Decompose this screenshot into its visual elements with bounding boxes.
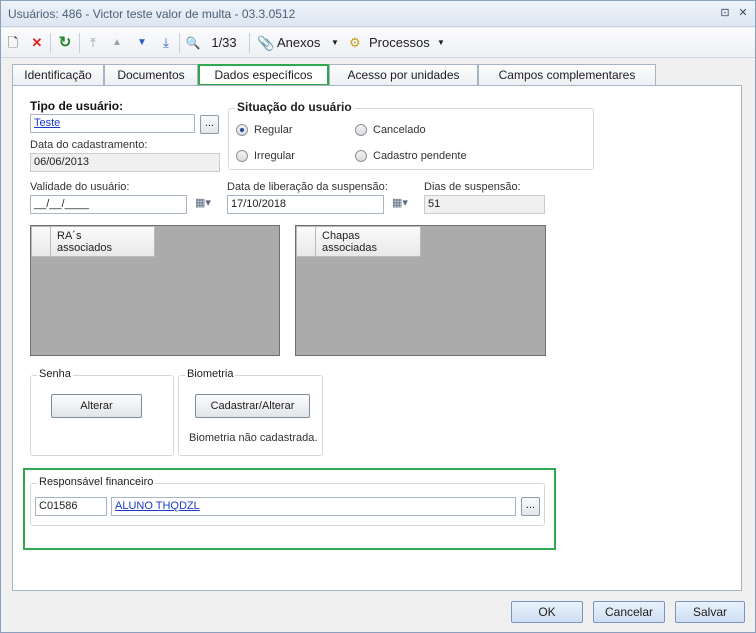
user-type-label: Tipo de usuário: xyxy=(30,99,124,113)
radio-regular[interactable] xyxy=(236,124,248,136)
paperclip-icon: 📎 xyxy=(257,35,275,51)
ra-grid-header-line2: associados xyxy=(57,242,113,254)
radio-cadastro-pendente[interactable] xyxy=(355,150,367,162)
radio-irregular-label: Irregular xyxy=(254,150,295,162)
pin-icon[interactable]: ⊡ xyxy=(719,7,731,19)
grid-row-selector-header xyxy=(31,226,51,257)
validity-label: Validade do usuário: xyxy=(30,181,130,193)
financial-responsible-title: Responsável financeiro xyxy=(37,476,156,488)
refresh-icon[interactable]: ↻ xyxy=(56,34,74,52)
registration-date-label: Data do cadastramento: xyxy=(30,139,148,151)
close-icon[interactable]: ✕ xyxy=(737,7,749,19)
chevron-down-icon: ▼ xyxy=(331,38,339,47)
title-bar: Usuários: 486 - Victor teste valor de mu… xyxy=(1,1,755,27)
suspension-release-field[interactable]: 17/10/2018 xyxy=(227,195,384,214)
radio-regular-label: Regular xyxy=(254,124,293,136)
delete-icon[interactable]: ✕ xyxy=(29,34,45,52)
calendar-icon[interactable]: ▦▾ xyxy=(190,195,216,214)
record-counter: 1/33 xyxy=(211,35,237,50)
ra-grid-header[interactable]: RA´s associados xyxy=(50,226,155,257)
user-type-field[interactable]: Teste xyxy=(30,114,195,133)
plates-grid-header[interactable]: Chapas associadas xyxy=(315,226,421,257)
suspension-release-label: Data de liberação da suspensão: xyxy=(227,181,388,193)
ra-associated-grid[interactable]: RA´s associados xyxy=(30,225,280,356)
ok-button[interactable]: OK xyxy=(511,601,583,623)
biometrics-title: Biometria xyxy=(185,368,236,380)
first-record-icon[interactable]: ⤒ xyxy=(85,34,101,52)
last-record-icon[interactable]: ⤓ xyxy=(158,34,174,52)
next-record-icon[interactable]: ▼ xyxy=(134,34,150,52)
previous-record-icon[interactable]: ▲ xyxy=(109,34,125,52)
suspension-days-field: 51 xyxy=(424,195,545,214)
attachments-button[interactable]: 📎 Anexos ▼ xyxy=(255,34,341,52)
financial-lookup-button[interactable]: ... xyxy=(521,497,540,516)
window-title: Usuários: 486 - Victor teste valor de mu… xyxy=(8,7,296,21)
toolbar-separator xyxy=(249,33,250,53)
password-group: Senha Alterar xyxy=(30,368,174,456)
calendar-icon[interactable]: ▦▾ xyxy=(387,195,413,214)
radio-cadastro-pendente-label: Cadastro pendente xyxy=(373,150,467,162)
password-title: Senha xyxy=(37,368,73,380)
register-biometrics-button[interactable]: Cadastrar/Alterar xyxy=(195,394,310,418)
attachments-label: Anexos xyxy=(277,35,321,50)
tab-dados-especificos[interactable]: Dados específicos xyxy=(198,64,329,86)
processes-button[interactable]: ⚙ Processos ▼ xyxy=(347,34,447,52)
new-record-icon[interactable]: 🗋 xyxy=(5,34,21,52)
tab-identificacao[interactable]: Identificação xyxy=(12,64,104,85)
plates-grid-header-line2: associadas xyxy=(322,242,378,254)
user-status-title: Situação do usuário xyxy=(235,100,354,114)
tab-campos-complementares[interactable]: Campos complementares xyxy=(478,64,656,85)
financial-code-field[interactable]: C01586 xyxy=(35,497,107,516)
radio-cancelado[interactable] xyxy=(355,124,367,136)
grid-row-selector-header xyxy=(296,226,316,257)
save-button[interactable]: Salvar xyxy=(675,601,745,623)
gears-icon: ⚙ xyxy=(349,35,361,50)
ra-grid-header-line1: RA´s xyxy=(57,230,82,242)
user-type-lookup-button[interactable]: ... xyxy=(200,115,219,134)
binoculars-icon[interactable]: 🔍 xyxy=(183,34,203,52)
biometrics-status: Biometria não cadastrada. xyxy=(189,432,318,444)
plates-grid-header-line1: Chapas xyxy=(322,230,360,242)
chevron-down-icon: ▼ xyxy=(437,38,445,47)
validity-field[interactable]: __/__/____ xyxy=(30,195,187,214)
tab-acesso-por-unidades[interactable]: Acesso por unidades xyxy=(329,64,478,85)
user-status-group: Situação do usuário Regular Cancelado Ir… xyxy=(228,100,594,170)
toolbar-separator xyxy=(179,33,180,53)
cancel-button[interactable]: Cancelar xyxy=(593,601,665,623)
tab-documentos[interactable]: Documentos xyxy=(104,64,198,85)
registration-date-field: 06/06/2013 xyxy=(30,153,220,172)
toolbar-separator xyxy=(50,33,51,53)
toolbar-separator xyxy=(79,33,80,53)
toolbar: 🗋 ✕ ↻ ⤒ ▲ ▼ ⤓ 🔍 1/33 📎 Anexos ▼ ⚙ Proces… xyxy=(1,28,755,58)
processes-label: Processos xyxy=(369,35,430,50)
financial-responsible-group: Responsável financeiro C01586 ALUNO THQD… xyxy=(30,476,545,526)
change-password-button[interactable]: Alterar xyxy=(51,394,142,418)
users-window: Usuários: 486 - Victor teste valor de mu… xyxy=(0,0,756,633)
radio-cancelado-label: Cancelado xyxy=(373,124,426,136)
tab-panel: Tipo de usuário: Teste ... Data do cadas… xyxy=(12,85,742,591)
biometrics-group: Biometria Cadastrar/Alterar Biometria nã… xyxy=(178,368,323,456)
financial-name-field[interactable]: ALUNO THQDZL xyxy=(111,497,516,516)
radio-irregular[interactable] xyxy=(236,150,248,162)
suspension-days-label: Dias de suspensão: xyxy=(424,181,521,193)
plates-associated-grid[interactable]: Chapas associadas xyxy=(295,225,546,356)
